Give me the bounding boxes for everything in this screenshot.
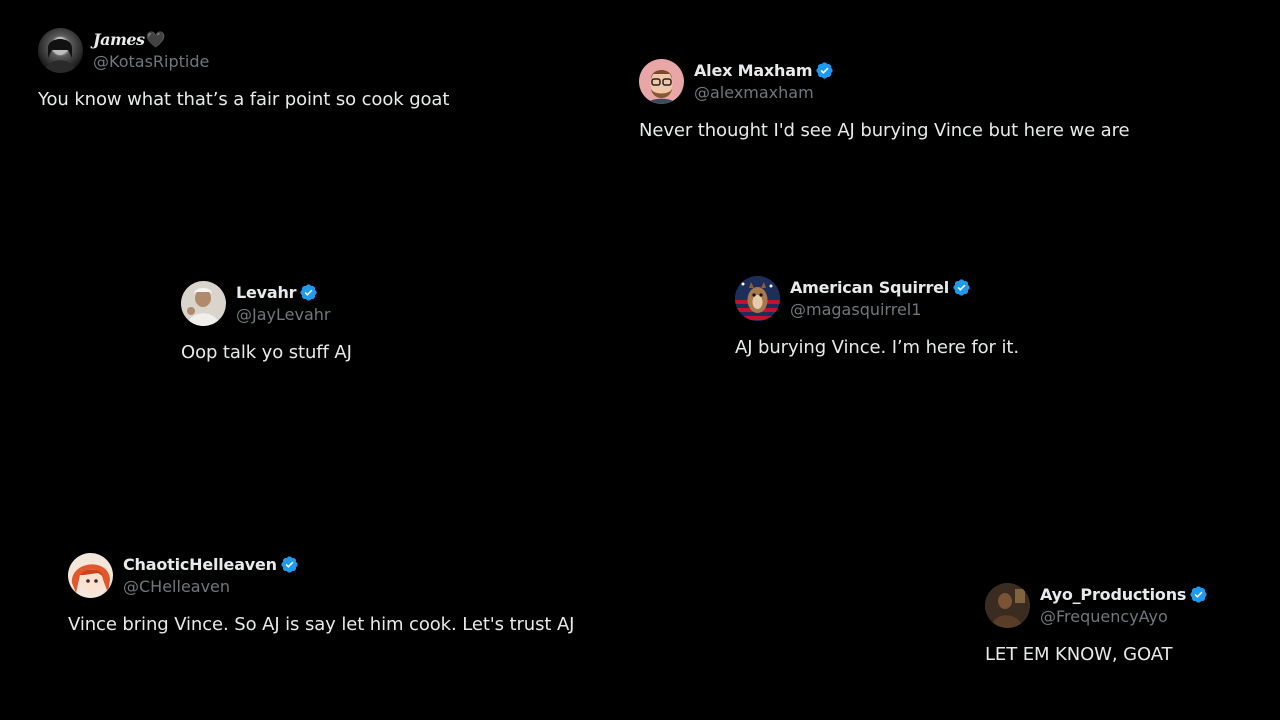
tweet-text: You know what that’s a fair point so coo…	[38, 89, 450, 110]
tweet-text: Oop talk yo stuff AJ	[181, 342, 352, 363]
user-handle[interactable]: @KotasRiptide	[93, 52, 209, 71]
tweet-text: Vince bring Vince. So AJ is say let him …	[68, 614, 575, 635]
tweet-text: AJ burying Vince. I’m here for it.	[735, 337, 1019, 358]
tweet-card-alex-maxham: Alex Maxham @alexmaxham Never thought I'…	[639, 59, 1130, 141]
display-name[interactable]: ChaoticHelleaven	[123, 555, 277, 574]
user-handle[interactable]: @FrequencyAyo	[1040, 607, 1208, 626]
avatar[interactable]	[735, 276, 780, 321]
user-handle[interactable]: @magasquirrel1	[790, 300, 971, 319]
avatar[interactable]	[68, 553, 113, 598]
user-handle[interactable]: @alexmaxham	[694, 83, 834, 102]
black-heart-icon: 🖤	[145, 30, 166, 50]
tweet-card-levahr: Levahr @JayLevahr Oop talk yo stuff AJ	[181, 281, 352, 363]
tweet-text: LET EM KNOW, GOAT	[985, 644, 1173, 665]
avatar[interactable]	[38, 28, 83, 73]
avatar[interactable]	[639, 59, 684, 104]
user-handle[interactable]: @JayLevahr	[236, 305, 330, 324]
tweet-card-chaotichelleaven: ChaoticHelleaven @CHelleaven Vince bring…	[68, 553, 574, 635]
avatar[interactable]	[985, 583, 1030, 628]
verified-badge-icon	[1190, 586, 1207, 604]
verified-badge-icon	[281, 556, 298, 574]
user-handle[interactable]: @CHelleaven	[123, 577, 299, 596]
display-name[interactable]: Ayo_Productions	[1040, 585, 1186, 604]
verified-badge-icon	[300, 284, 317, 302]
display-name[interactable]: American Squirrel	[790, 278, 949, 297]
tweet-text: Never thought I'd see AJ burying Vince b…	[639, 120, 1130, 141]
tweet-card-ayo-productions: Ayo_Productions @FrequencyAyo LET EM KNO…	[985, 583, 1208, 665]
display-name[interactable]: James	[93, 30, 145, 49]
avatar[interactable]	[181, 281, 226, 326]
display-name[interactable]: Alex Maxham	[694, 61, 813, 80]
tweet-card-american-squirrel: American Squirrel @magasquirrel1 AJ bury…	[735, 276, 1019, 358]
display-name[interactable]: Levahr	[236, 283, 297, 302]
verified-badge-icon	[816, 62, 833, 80]
tweet-card-james: James 🖤 @KotasRiptide You know what that…	[38, 28, 449, 110]
verified-badge-icon	[953, 279, 970, 297]
